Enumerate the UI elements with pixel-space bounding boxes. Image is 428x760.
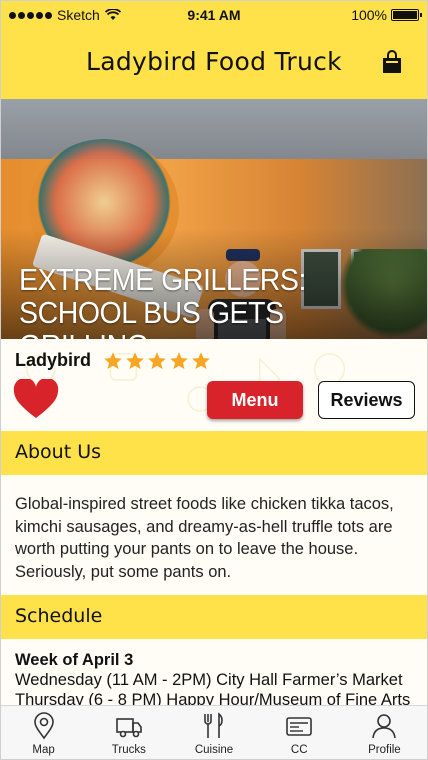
- schedule-heading: Schedule: [15, 605, 103, 627]
- tab-cc-label: CC: [290, 744, 308, 756]
- schedule-week: Week of April 3: [15, 651, 134, 669]
- map-pin-icon: [33, 712, 54, 740]
- reviews-button[interactable]: Reviews: [318, 381, 415, 419]
- card-icon: [286, 717, 313, 736]
- hero-headline: EXTREME GRILLERS: SCHOOL BUS GETS GRILLI…: [19, 263, 387, 339]
- tab-trucks-label: Trucks: [111, 744, 146, 756]
- about-heading: About Us: [15, 441, 102, 463]
- star-icon: [104, 351, 122, 369]
- star-icon: [170, 351, 188, 369]
- star-icon: [192, 351, 210, 369]
- battery-icon: [391, 9, 422, 21]
- hero-image: EXTREME GRILLERS: SCHOOL BUS GETS GRILLI…: [1, 99, 427, 339]
- truck-name: Ladybird: [15, 350, 92, 370]
- tab-cc[interactable]: CC: [257, 706, 342, 759]
- truck-icon: [115, 718, 142, 738]
- tab-map[interactable]: Map: [1, 706, 86, 759]
- about-text: Global-inspired street foods like chicke…: [15, 495, 394, 581]
- battery-percent: 100%: [351, 7, 387, 23]
- battery-group: 100%: [351, 7, 422, 23]
- star-icon: [148, 351, 166, 369]
- star-rating: [103, 351, 211, 371]
- phone-screen: Sketch 9:41 AM 100% Ladybird Food Truck: [0, 0, 428, 760]
- tab-map-label: Map: [32, 744, 55, 756]
- truck-name-row: Ladybird: [15, 350, 211, 371]
- header-bar: Ladybird Food Truck: [1, 29, 427, 99]
- person-icon: [372, 714, 397, 739]
- tab-cuisine-label: Cuisine: [194, 744, 234, 756]
- fork-knife-icon: [204, 712, 223, 738]
- schedule-header: Schedule: [1, 595, 427, 639]
- page-title: Ladybird Food Truck: [86, 47, 342, 76]
- favorite-heart-icon[interactable]: [13, 379, 59, 419]
- tab-bar: Map Trucks Cuisine CC Profile: [1, 705, 427, 759]
- shopping-bag-icon[interactable]: [381, 49, 403, 75]
- hero-headline-line2: SCHOOL BUS GETS GRILLING: [19, 295, 284, 339]
- tab-profile[interactable]: Profile: [342, 706, 427, 759]
- hero-headline-line1: EXTREME GRILLERS:: [19, 262, 306, 297]
- tab-profile-label: Profile: [368, 744, 401, 756]
- about-header: About Us: [1, 431, 427, 475]
- tab-trucks[interactable]: Trucks: [86, 706, 171, 759]
- star-icon: [126, 351, 144, 369]
- status-bar: Sketch 9:41 AM 100%: [1, 1, 427, 29]
- schedule-entry: Wednesday (11 AM - 2PM) City Hall Farmer…: [15, 671, 403, 689]
- menu-button[interactable]: Menu: [207, 381, 303, 419]
- tab-cuisine[interactable]: Cuisine: [171, 706, 256, 759]
